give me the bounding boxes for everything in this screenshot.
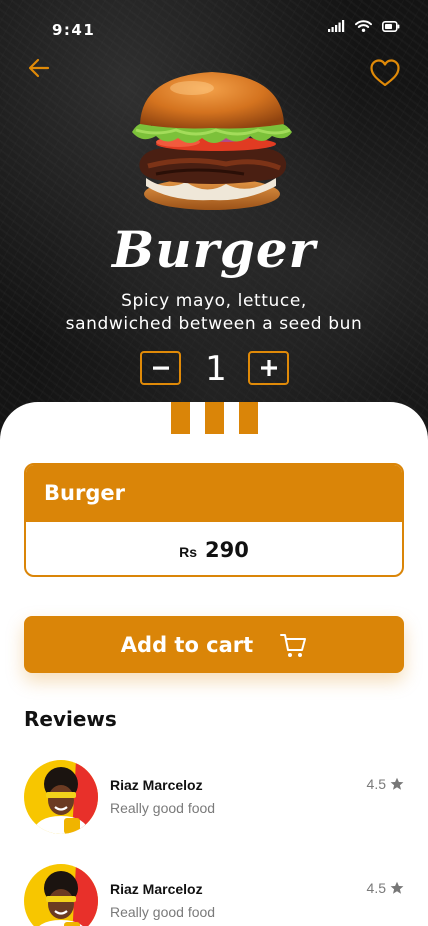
price-currency: Rs xyxy=(179,543,198,560)
quantity-value: 1 xyxy=(205,349,227,389)
burger-image xyxy=(132,72,292,210)
signal-icon xyxy=(328,20,345,32)
rating-value: 4.5 xyxy=(366,880,386,896)
minus-icon xyxy=(152,366,169,370)
review-text: Really good food xyxy=(110,800,216,816)
cart-icon xyxy=(280,633,307,657)
tab-bar xyxy=(171,402,190,434)
avatar xyxy=(24,864,98,926)
quantity-stepper: 1 xyxy=(140,349,290,389)
decorative-tabs xyxy=(171,402,259,434)
status-bar: 9:41 xyxy=(0,0,428,50)
description-line-1: Spicy mayo, lettuce, xyxy=(121,291,307,311)
tab-bar xyxy=(205,402,224,434)
rating-value: 4.5 xyxy=(366,776,386,792)
reviews-heading: Reviews xyxy=(24,707,117,731)
plus-icon xyxy=(260,360,277,376)
arrow-left-icon xyxy=(28,58,50,78)
star-icon xyxy=(390,777,404,790)
add-to-cart-label: Add to cart xyxy=(120,632,254,657)
star-icon xyxy=(390,881,404,894)
details-sheet: Burger Rs 290 Add to cart Reviews Riaz M… xyxy=(0,402,428,926)
price-card-title: Burger xyxy=(26,465,402,522)
wifi-icon xyxy=(355,20,372,32)
price-card-body: Rs 290 xyxy=(26,522,402,575)
hero-section: 9:41 Burger Spicy mayo, lettuce, sandwic… xyxy=(0,0,428,440)
description-line-2: sandwiched between a seed bun xyxy=(65,314,363,334)
avatar xyxy=(24,760,98,834)
reviewer-name: Riaz Marceloz xyxy=(110,777,203,793)
product-title: Burger xyxy=(111,220,317,279)
back-button[interactable] xyxy=(26,56,52,80)
price-card: Burger Rs 290 xyxy=(24,463,404,577)
review-item: Riaz Marceloz Really good food 4.5 xyxy=(24,864,404,926)
status-icons xyxy=(328,20,400,32)
favorite-button[interactable] xyxy=(369,58,401,88)
increase-quantity-button[interactable] xyxy=(248,351,289,385)
reviewer-name: Riaz Marceloz xyxy=(110,881,203,897)
product-description: Spicy mayo, lettuce, sandwiched between … xyxy=(40,290,388,336)
review-text: Really good food xyxy=(110,904,216,920)
decrease-quantity-button[interactable] xyxy=(140,351,181,385)
heart-icon xyxy=(370,59,400,87)
add-to-cart-button[interactable]: Add to cart xyxy=(24,616,404,673)
battery-icon xyxy=(382,20,400,32)
status-time: 9:41 xyxy=(52,21,96,39)
price-amount: 290 xyxy=(205,537,249,562)
review-rating: 4.5 xyxy=(367,880,404,896)
tab-bar xyxy=(239,402,258,434)
review-item: Riaz Marceloz Really good food 4.5 xyxy=(24,760,404,834)
review-rating: 4.5 xyxy=(367,776,404,792)
